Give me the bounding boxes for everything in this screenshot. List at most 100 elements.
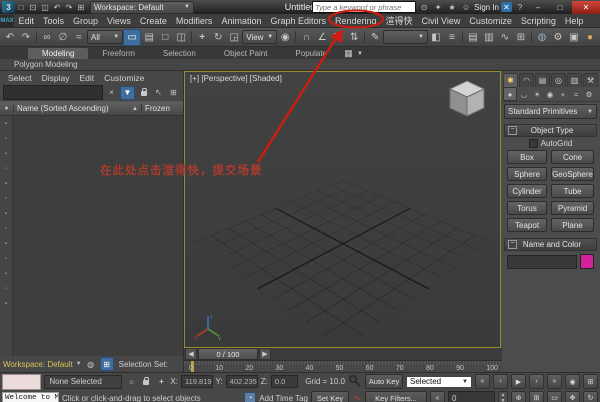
max-menu-logo-icon[interactable]: MAX <box>0 14 14 27</box>
ribbon-tab-selection[interactable]: Selection <box>149 48 210 59</box>
ribbon-minimize-icon[interactable]: ▦ <box>341 48 356 59</box>
angle-snap-icon[interactable]: ∠ <box>314 30 330 45</box>
se-menu-select[interactable]: Select <box>8 73 32 83</box>
isolate-toggle-icon[interactable]: ◍ <box>85 358 97 370</box>
perspective-viewport[interactable]: [+] [Perspective] [Shaded] x y z <box>184 71 501 348</box>
clear-search-icon[interactable]: × <box>105 87 118 99</box>
exchange-apps-icon[interactable]: ✕ <box>501 2 512 12</box>
menu-render-plugin[interactable]: 渲得快 <box>381 14 417 27</box>
filter-shapes-icon[interactable]: ▫ <box>2 135 10 143</box>
frame-spinner[interactable]: ▲ ▼ <box>498 391 508 402</box>
tab-modify[interactable]: ◠ <box>519 73 534 87</box>
select-link-icon[interactable]: ∞ <box>39 30 55 45</box>
isolate-selection-icon[interactable]: ☼ <box>125 376 137 388</box>
next-frame-arrow[interactable]: ▶ <box>259 348 271 360</box>
helpers-icon[interactable]: + <box>557 88 569 100</box>
ribbon-tab-freeform[interactable]: Freeform <box>88 48 148 59</box>
selection-region-icon[interactable]: □ <box>157 30 173 45</box>
layer-manager-icon[interactable]: ▤ <box>465 30 481 45</box>
selection-lock-icon[interactable] <box>140 376 152 388</box>
menu-rendering[interactable]: Rendering <box>331 16 382 26</box>
close-button[interactable]: ✕ <box>572 0 600 14</box>
chevron-down-icon[interactable]: ▼ <box>76 361 82 367</box>
communication-icon[interactable]: ✦ <box>432 2 444 13</box>
unlink-icon[interactable]: ∅ <box>55 30 71 45</box>
select-by-name-icon[interactable]: ▤ <box>141 30 157 45</box>
favorites-star-icon[interactable]: ★ <box>446 2 458 13</box>
shapes-icon[interactable]: ◡ <box>518 88 530 100</box>
name-column-header[interactable]: Name (Sorted Ascending) ▲ <box>14 104 141 113</box>
help-icon[interactable]: ? <box>514 2 526 13</box>
open-file-icon[interactable]: ⊡ <box>27 2 39 13</box>
select-children-icon[interactable]: ⊞ <box>167 87 180 99</box>
search-icon[interactable]: ⊙ <box>418 2 430 13</box>
orbit-icon[interactable]: ↻ <box>583 390 598 402</box>
new-file-icon[interactable]: □ <box>15 2 27 13</box>
menu-views[interactable]: Views <box>103 16 136 26</box>
menu-create[interactable]: Create <box>135 16 171 26</box>
rendered-frame-icon[interactable]: ▣ <box>566 30 582 45</box>
pyramid-button[interactable]: Pyramid <box>551 201 594 215</box>
key-mode-toggle-icon[interactable]: ◉ <box>565 374 580 389</box>
object-color-swatch[interactable] <box>580 254 594 269</box>
auto-key-button[interactable]: Auto Key <box>365 374 403 389</box>
go-to-frame-icon[interactable]: « <box>430 390 445 402</box>
object-type-column-icon[interactable]: ● <box>0 105 14 112</box>
lock-icon[interactable] <box>137 87 150 99</box>
systems-icon[interactable]: ⚙ <box>583 88 595 100</box>
render-setup-icon[interactable]: ⚙ <box>550 30 566 45</box>
redo-quick-icon[interactable]: ↷ <box>63 2 75 13</box>
filter-materials-icon[interactable]: ▪ <box>2 270 10 278</box>
tab-utilities[interactable]: ⚒ <box>583 73 598 87</box>
autogrid-checkbox[interactable] <box>528 138 538 148</box>
tube-button[interactable]: Tube <box>551 184 594 198</box>
box-button[interactable]: Box <box>507 150 548 164</box>
select-move-icon[interactable]: + <box>194 30 210 45</box>
filter-spacewarps-icon[interactable]: ▫ <box>2 195 10 203</box>
se-menu-customize[interactable]: Customize <box>104 73 144 83</box>
menu-edit[interactable]: Edit <box>14 16 39 26</box>
object-type-rollout[interactable]: − Object Type <box>504 124 597 137</box>
lights-icon[interactable]: ☀ <box>531 88 543 100</box>
app-logo-icon[interactable]: 3 <box>2 1 15 13</box>
window-crossing-icon[interactable]: ◫ <box>173 30 189 45</box>
spacewarps-icon[interactable]: ≈ <box>570 88 582 100</box>
workspace-dropdown[interactable]: Workspace: Default ▼ <box>90 0 194 14</box>
sphere-button[interactable]: Sphere <box>507 167 548 181</box>
zoom-all-icon[interactable]: ⊞ <box>529 390 544 402</box>
curve-editor-icon[interactable]: ∿ <box>497 30 513 45</box>
maximize-button[interactable]: □ <box>550 1 570 14</box>
tab-display[interactable]: ▥ <box>567 73 582 87</box>
percent-snap-icon[interactable]: % <box>330 30 346 45</box>
workspace-status[interactable]: Workspace: Default <box>3 360 73 369</box>
viewcube[interactable] <box>444 76 490 122</box>
set-key-button[interactable]: Set Key <box>311 390 349 402</box>
selection-lock-grid-icon[interactable]: ⊞ <box>99 357 114 371</box>
name-color-rollout[interactable]: − Name and Color <box>504 238 597 251</box>
object-name-field[interactable] <box>507 254 577 269</box>
primitive-category-dropdown[interactable]: Standard Primitives ▼ <box>504 104 597 119</box>
scene-explorer-search-input[interactable] <box>3 85 103 100</box>
schematic-view-icon[interactable]: ⊞ <box>513 30 529 45</box>
menu-tools[interactable]: Tools <box>39 16 69 26</box>
ribbon-toggle-icon[interactable]: ▥ <box>481 30 497 45</box>
mirror-icon[interactable]: ◧ <box>428 30 444 45</box>
filter-hidden-icon[interactable]: ▪ <box>2 300 10 308</box>
prev-frame-arrow[interactable]: ◀ <box>185 348 197 360</box>
redo-icon[interactable]: ↷ <box>18 30 34 45</box>
go-to-end-button[interactable]: » <box>547 374 562 389</box>
tab-hierarchy[interactable]: ▤ <box>535 73 550 87</box>
filter-bones-icon[interactable]: ▪ <box>2 240 10 248</box>
torus-button[interactable]: Torus <box>507 201 548 215</box>
named-selection-dropdown[interactable]: ▼ <box>383 30 428 44</box>
play-button[interactable]: ▶ <box>511 374 526 389</box>
filter-lights-icon[interactable]: ▪ <box>2 150 10 158</box>
scene-explorer-list[interactable] <box>13 116 183 348</box>
current-frame-field[interactable]: 0 <box>448 391 495 402</box>
previous-frame-button[interactable]: ‹ <box>493 374 508 389</box>
se-menu-edit[interactable]: Edit <box>80 73 95 83</box>
time-slider[interactable]: ◀ 0 / 100 ▶ <box>184 348 502 361</box>
pan-hand-icon[interactable]: ✥ <box>565 390 580 402</box>
select-object-icon[interactable]: ▭ <box>123 28 142 46</box>
tab-motion[interactable]: ◎ <box>551 73 566 87</box>
